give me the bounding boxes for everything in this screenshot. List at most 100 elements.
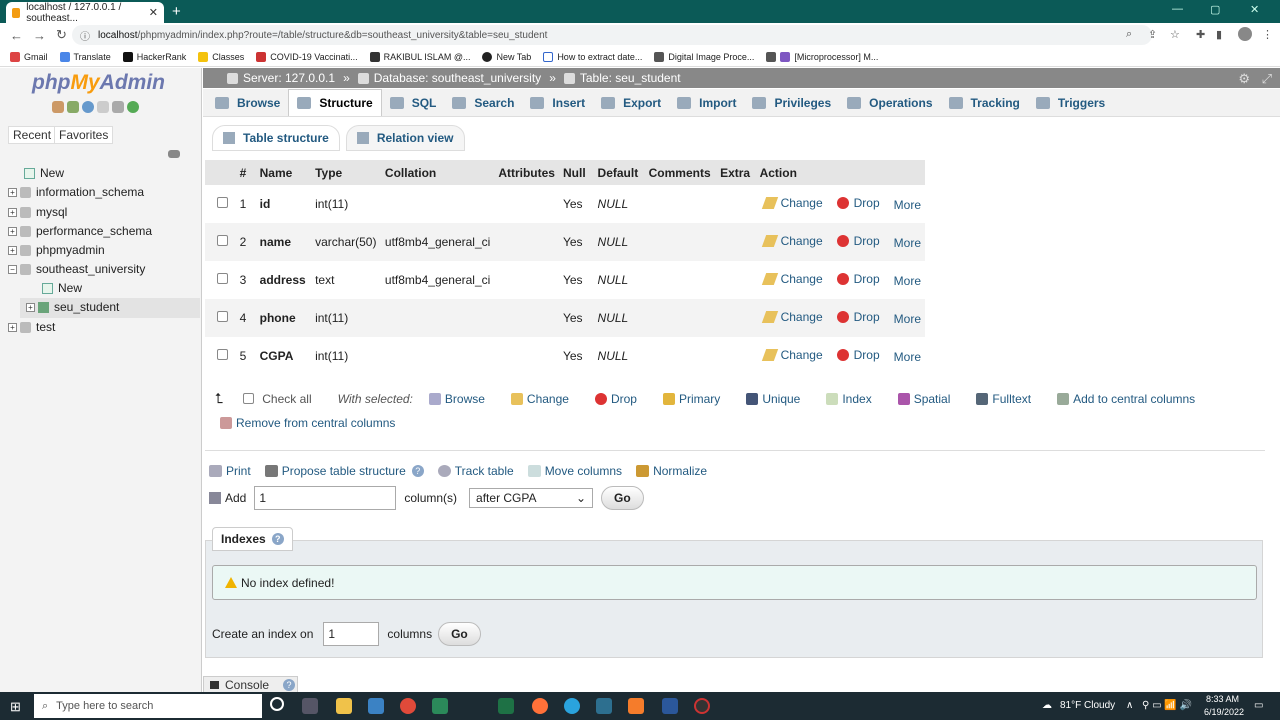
share-icon[interactable]: ⇪	[1148, 28, 1157, 41]
chevron-up-icon[interactable]: ∧	[1126, 700, 1133, 711]
recorder-icon[interactable]	[694, 698, 710, 714]
settings-gear-icon[interactable]: ⚙	[1238, 71, 1250, 87]
tab-recent[interactable]: Recent	[8, 126, 57, 144]
app-icon[interactable]	[432, 698, 448, 714]
propose-structure-link[interactable]: Propose table structure?	[264, 464, 424, 478]
tab-privileges[interactable]: Privileges	[744, 89, 839, 116]
change-button[interactable]: Change	[761, 272, 823, 286]
bookmark-rakibul[interactable]: RAKIBUL ISLAM @...	[369, 51, 470, 62]
telegram-icon[interactable]	[564, 698, 580, 714]
more-button[interactable]: More	[894, 198, 921, 212]
drop-button[interactable]: Drop	[836, 272, 880, 286]
header-name[interactable]: Name	[255, 160, 312, 185]
subtab-relation-view[interactable]: Relation view	[345, 125, 465, 151]
breadcrumb-server[interactable]: Server: 127.0.0.1	[243, 71, 335, 85]
bookmark-digital-image[interactable]: Digital Image Proce...	[654, 51, 754, 62]
phpmyadmin-logo[interactable]: phpMyAdmin	[32, 71, 165, 95]
bookmark-covid[interactable]: COVID-19 Vaccinati...	[256, 51, 358, 62]
bookmark-star-icon[interactable]: ☆	[1170, 28, 1180, 41]
tree-db-test[interactable]: + test	[8, 320, 55, 334]
task-view-icon[interactable]	[302, 698, 318, 714]
bookmark-microprocessor[interactable]: [Microprocessor] M...	[766, 51, 878, 62]
chrome-icon[interactable]	[400, 698, 416, 714]
breadcrumb-table[interactable]: Table: seu_student	[580, 71, 681, 85]
tree-db-performance-schema[interactable]: + performance_schema	[8, 224, 152, 238]
expand-icon[interactable]: +	[8, 207, 17, 217]
drop-button[interactable]: Drop	[836, 196, 880, 210]
tree-new-database[interactable]: New	[24, 166, 64, 180]
header-default[interactable]: Default	[593, 160, 645, 185]
clock-time[interactable]: 8:33 AM	[1206, 694, 1239, 704]
header-null[interactable]: Null	[558, 160, 594, 185]
expand-icon[interactable]: +	[26, 302, 35, 312]
header-type[interactable]: Type	[311, 160, 381, 185]
remove-central-columns-button[interactable]: Remove from central columns	[220, 416, 395, 430]
tree-table-seu-student[interactable]: + seu_student	[26, 300, 119, 314]
bulk-fulltext-button[interactable]: Fulltext	[976, 392, 1031, 406]
subtab-table-structure[interactable]: Table structure	[212, 125, 340, 151]
reload-navigation-icon[interactable]	[127, 101, 139, 113]
check-all-checkbox[interactable]	[243, 393, 255, 404]
drop-button[interactable]: Drop	[836, 310, 880, 324]
tab-tracking[interactable]: Tracking	[941, 89, 1028, 116]
tab-export[interactable]: Export	[593, 89, 669, 116]
bookmark-hackerrank[interactable]: HackerRank	[122, 51, 186, 62]
help-icon[interactable]	[82, 101, 94, 113]
header-comments[interactable]: Comments	[644, 160, 717, 185]
tree-db-information-schema[interactable]: + information_schema	[8, 185, 144, 199]
more-button[interactable]: More	[894, 236, 921, 250]
expand-icon[interactable]: +	[8, 226, 17, 236]
logout-icon[interactable]	[67, 101, 79, 113]
new-tab-button[interactable]: +	[172, 3, 181, 20]
tab-import[interactable]: Import	[669, 89, 744, 116]
tray-icons[interactable]: ⚲ ▭ 📶 🔊	[1142, 700, 1192, 711]
tab-operations[interactable]: Operations	[839, 89, 940, 116]
header-attributes[interactable]: Attributes	[494, 160, 559, 185]
firefox-icon[interactable]	[532, 698, 548, 714]
file-explorer-icon[interactable]	[336, 698, 352, 714]
tree-db-mysql[interactable]: + mysql	[8, 205, 67, 219]
mail-icon[interactable]	[368, 698, 384, 714]
close-tab-icon[interactable]: ✕	[149, 6, 158, 19]
vscode-icon[interactable]	[596, 698, 612, 714]
help-icon[interactable]: ?	[411, 465, 424, 477]
change-button[interactable]: Change	[761, 196, 823, 210]
zoom-icon[interactable]: ⌕	[1126, 28, 1132, 41]
maximize-icon[interactable]: ▢	[1210, 3, 1220, 16]
expand-icon[interactable]: +	[8, 322, 17, 332]
tab-favorites[interactable]: Favorites	[54, 126, 114, 144]
header-extra[interactable]: Extra	[716, 160, 756, 185]
tab-structure[interactable]: Structure	[288, 89, 382, 116]
close-window-icon[interactable]: ✕	[1250, 3, 1259, 16]
menu-icon[interactable]: ⋮	[1262, 28, 1273, 41]
position-select[interactable]: after CGPA ⌄	[469, 488, 594, 508]
change-button[interactable]: Change	[761, 234, 823, 248]
create-index-go-button[interactable]: Go	[438, 622, 481, 646]
sidepanel-icon[interactable]: ▮	[1216, 28, 1222, 41]
weather-text[interactable]: 81°F Cloudy	[1060, 700, 1115, 711]
back-icon[interactable]: ←	[10, 28, 23, 43]
windows-start-icon[interactable]: ⊞	[10, 699, 21, 715]
check-all[interactable]: Check all	[243, 392, 312, 406]
drop-button[interactable]: Drop	[836, 348, 880, 362]
help-icon[interactable]: ?	[271, 533, 284, 545]
change-button[interactable]: Change	[761, 310, 823, 324]
home-icon[interactable]	[52, 101, 64, 113]
bookmark-gmail[interactable]: Gmail	[10, 51, 48, 62]
row-checkbox[interactable]	[217, 235, 228, 246]
word-icon[interactable]	[662, 698, 678, 714]
bookmark-newtab[interactable]: New Tab	[482, 51, 531, 62]
tree-new-table[interactable]: New	[42, 281, 82, 295]
forward-icon[interactable]: →	[33, 28, 46, 43]
help-icon[interactable]: ?	[283, 679, 296, 691]
taskbar-search[interactable]: ⌕ Type here to search	[34, 694, 262, 718]
more-button[interactable]: More	[894, 274, 921, 288]
expand-icon[interactable]: +	[8, 187, 17, 197]
tab-insert[interactable]: Insert	[522, 89, 593, 116]
bulk-drop-button[interactable]: Drop	[594, 392, 637, 406]
track-table-link[interactable]: Track table	[437, 464, 514, 478]
bookmark-extract-date[interactable]: How to extract date...	[543, 51, 642, 62]
add-count-input[interactable]: 1	[254, 486, 397, 510]
extensions-icon[interactable]: ✚	[1196, 28, 1205, 41]
tree-db-phpmyadmin[interactable]: + phpmyadmin	[8, 243, 105, 257]
